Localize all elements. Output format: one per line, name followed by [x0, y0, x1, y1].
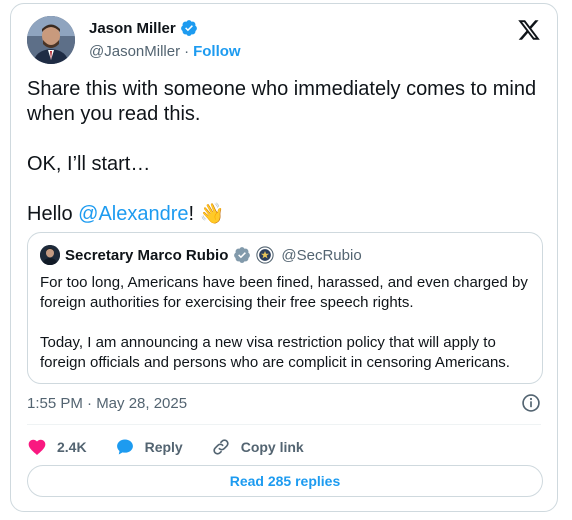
copy-link-button[interactable]: Copy link — [211, 437, 304, 457]
seal-icon — [256, 246, 275, 264]
follow-button[interactable]: Follow — [193, 43, 241, 60]
quote-text: For too long, Americans have been fined,… — [40, 273, 534, 373]
quote-paragraph-1: For too long, Americans have been fined,… — [40, 274, 528, 311]
tweet-line-3: Hello @Alexandre! 👋 — [27, 202, 547, 227]
tweet-card: Jason Miller @JasonMiller · Follow Share… — [10, 3, 558, 512]
tweet-timestamp[interactable]: 1:55 PM · May 28, 2025 — [27, 395, 187, 412]
author-name-line: Jason Miller — [89, 19, 198, 37]
reply-label: Reply — [144, 439, 183, 455]
divider — [27, 424, 541, 425]
author-handle[interactable]: @JasonMiller — [89, 43, 180, 60]
link-icon — [213, 439, 229, 455]
read-replies-button[interactable]: Read 285 replies — [27, 465, 543, 497]
copy-link-label: Copy link — [240, 439, 304, 455]
author-name[interactable]: Jason Miller — [89, 20, 176, 37]
verified-badge-icon — [234, 247, 251, 263]
author-handle-line: @JasonMiller · Follow — [89, 43, 241, 60]
x-logo-icon[interactable] — [517, 18, 541, 42]
tweet-line-2: OK, I’ll start… — [27, 153, 151, 175]
quote-author-name[interactable]: Secretary Marco Rubio — [65, 247, 228, 264]
heart-icon — [28, 439, 46, 455]
separator-dot: · — [184, 43, 190, 60]
quote-paragraph-2: Today, I am announcing a new visa restri… — [40, 334, 510, 371]
like-count: 2.4K — [57, 439, 87, 455]
quote-header: Secretary Marco Rubio @SecRubio — [40, 245, 362, 265]
tweet-text: Share this with someone who immediately … — [27, 77, 547, 227]
verified-badge-icon — [180, 20, 197, 36]
tweet-line-1: Share this with someone who immediately … — [27, 78, 537, 125]
quote-author-handle[interactable]: @SecRubio — [281, 247, 361, 264]
hello-text: Hello — [27, 203, 79, 225]
reply-bubble-icon — [116, 439, 133, 455]
waving-hand-emoji: 👋 — [199, 203, 225, 225]
action-bar: 2.4K Reply Copy link — [27, 432, 304, 462]
quote-avatar — [40, 245, 60, 265]
info-icon[interactable] — [521, 393, 541, 413]
mention-link[interactable]: @Alexandre — [78, 203, 188, 225]
reply-button[interactable]: Reply — [115, 437, 183, 457]
quoted-tweet[interactable]: Secretary Marco Rubio @SecRubio For too … — [27, 232, 543, 384]
author-avatar[interactable] — [27, 16, 75, 64]
like-button[interactable]: 2.4K — [27, 437, 87, 457]
hello-suffix: ! — [188, 203, 195, 225]
